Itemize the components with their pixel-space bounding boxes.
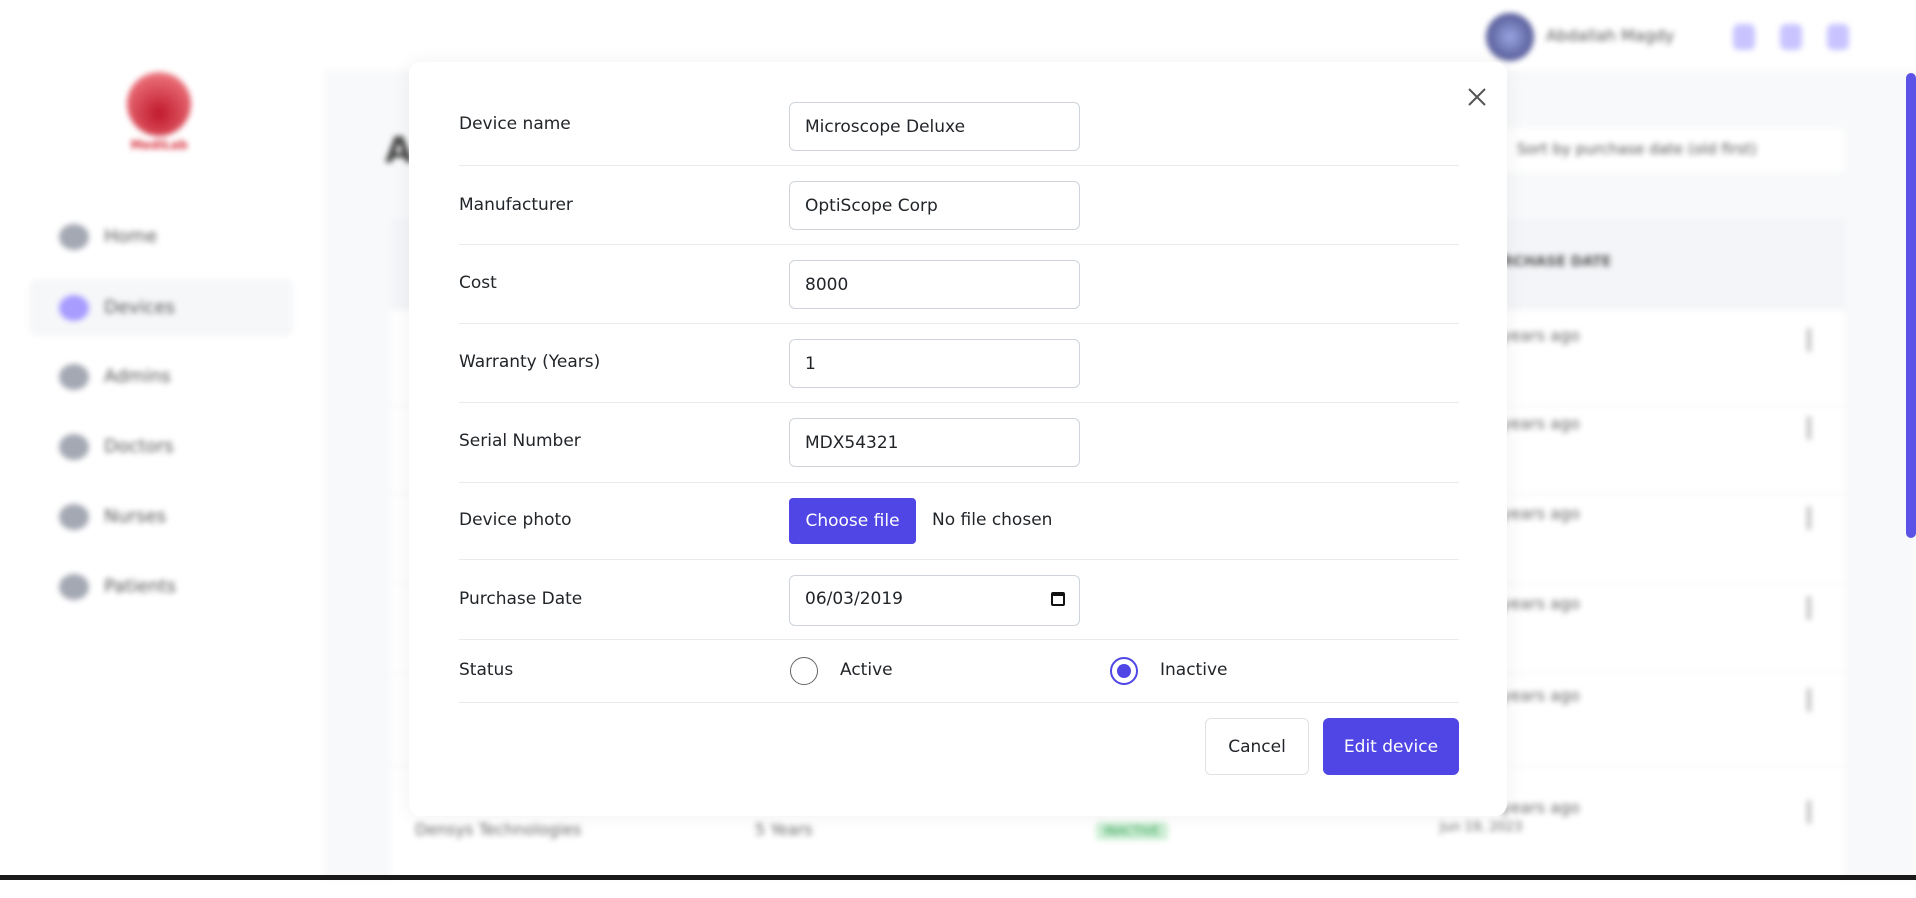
scrollbar[interactable]: [1906, 73, 1916, 538]
calendar-icon[interactable]: [1051, 592, 1065, 606]
sidebar-item-nurses[interactable]: Nurses: [29, 488, 293, 545]
sidebar-item-doctors[interactable]: Doctors: [29, 418, 293, 475]
top-header: [324, 0, 1916, 70]
device-name-label: Device name: [459, 114, 571, 134]
avatar[interactable]: [1486, 13, 1534, 61]
nav-label: Patients: [104, 576, 177, 597]
manufacturer-label: Manufacturer: [459, 195, 573, 215]
doctor-icon: [59, 433, 89, 460]
sidebar-item-devices[interactable]: Devices: [29, 279, 293, 336]
warranty-input[interactable]: [789, 339, 1080, 388]
serial-row: Serial Number: [459, 403, 1459, 483]
admins-icon: [59, 363, 89, 390]
manufacturer-row: Manufacturer: [459, 166, 1459, 245]
sidebar-item-admins[interactable]: Admins: [29, 348, 293, 405]
nav-label: Devices: [104, 297, 175, 318]
kebab-icon[interactable]: [1807, 596, 1811, 620]
serial-input[interactable]: [789, 418, 1080, 467]
cost-row: Cost: [459, 245, 1459, 324]
inactive-radio[interactable]: [1110, 657, 1138, 685]
edit-device-modal: Device name Manufacturer Cost Warranty (…: [409, 62, 1507, 816]
date-cell: years ago: [1501, 798, 1580, 817]
patient-icon: [59, 573, 89, 600]
photo-row: Device photo Choose file No file chosen: [459, 483, 1459, 560]
nav-label: Nurses: [104, 506, 167, 527]
cost-input[interactable]: [789, 260, 1080, 309]
logo: MediLab: [119, 50, 199, 160]
phone-icon[interactable]: [1780, 24, 1802, 50]
sidebar-item-home[interactable]: Home: [29, 208, 293, 265]
active-label[interactable]: Active: [840, 660, 893, 680]
nurse-icon: [59, 503, 89, 530]
inactive-label[interactable]: Inactive: [1160, 660, 1227, 680]
devices-icon: [59, 294, 89, 321]
active-radio[interactable]: [790, 657, 818, 685]
sidebar-item-patients[interactable]: Patients: [29, 558, 293, 615]
home-icon: [59, 223, 89, 250]
status-label: Status: [459, 660, 514, 680]
date-value: 06/03/2019: [805, 589, 903, 609]
manufacturer-cell: Densys Technologies: [415, 820, 582, 839]
edit-device-button[interactable]: Edit device: [1323, 718, 1459, 775]
nav-label: Doctors: [104, 436, 174, 457]
purchase-date-row: Purchase Date 06/03/2019: [459, 560, 1459, 640]
logout-icon[interactable]: [1827, 24, 1849, 50]
kebab-icon[interactable]: [1807, 688, 1811, 712]
cost-label: Cost: [459, 273, 497, 293]
purchase-date-input[interactable]: 06/03/2019: [789, 575, 1080, 626]
close-icon[interactable]: [1464, 84, 1490, 110]
date-cell: Jun 19, 2023: [1440, 820, 1523, 835]
kebab-icon[interactable]: [1807, 800, 1811, 824]
serial-label: Serial Number: [459, 431, 581, 451]
manufacturer-input[interactable]: [789, 181, 1080, 230]
device-name-row: Device name: [459, 86, 1459, 166]
date-cell: years ago: [1501, 326, 1580, 345]
date-cell: years ago: [1501, 686, 1580, 705]
sort-select[interactable]: Sort by purchase date (old first): [1503, 128, 1845, 172]
kebab-icon[interactable]: [1807, 506, 1811, 530]
date-cell: years ago: [1501, 414, 1580, 433]
nav-label: Admins: [104, 366, 171, 387]
purchase-date-label: Purchase Date: [459, 589, 583, 609]
date-cell: years ago: [1501, 504, 1580, 523]
photo-label: Device photo: [459, 510, 572, 530]
user-name: Abdallah Magdy: [1546, 26, 1675, 45]
device-name-input[interactable]: [789, 102, 1080, 151]
kebab-icon[interactable]: [1807, 416, 1811, 440]
cancel-button[interactable]: Cancel: [1205, 718, 1309, 775]
status-row: Status Active Inactive: [459, 640, 1459, 703]
file-status: No file chosen: [932, 510, 1053, 530]
profile-icon[interactable]: [1733, 24, 1755, 50]
warranty-row: Warranty (Years): [459, 324, 1459, 403]
status-badge: INACTIVE: [1096, 822, 1168, 840]
kebab-icon[interactable]: [1807, 328, 1811, 352]
date-cell: years ago: [1501, 594, 1580, 613]
choose-file-button[interactable]: Choose file: [789, 498, 916, 544]
nav-label: Home: [104, 226, 158, 247]
warranty-label: Warranty (Years): [459, 352, 601, 372]
warranty-cell: 5 Years: [755, 820, 813, 839]
logo-text: MediLab: [130, 138, 188, 152]
sidebar: MediLab Home Devices Admins Doctors Nurs…: [0, 0, 324, 880]
taskbar-strip: [0, 875, 1916, 880]
